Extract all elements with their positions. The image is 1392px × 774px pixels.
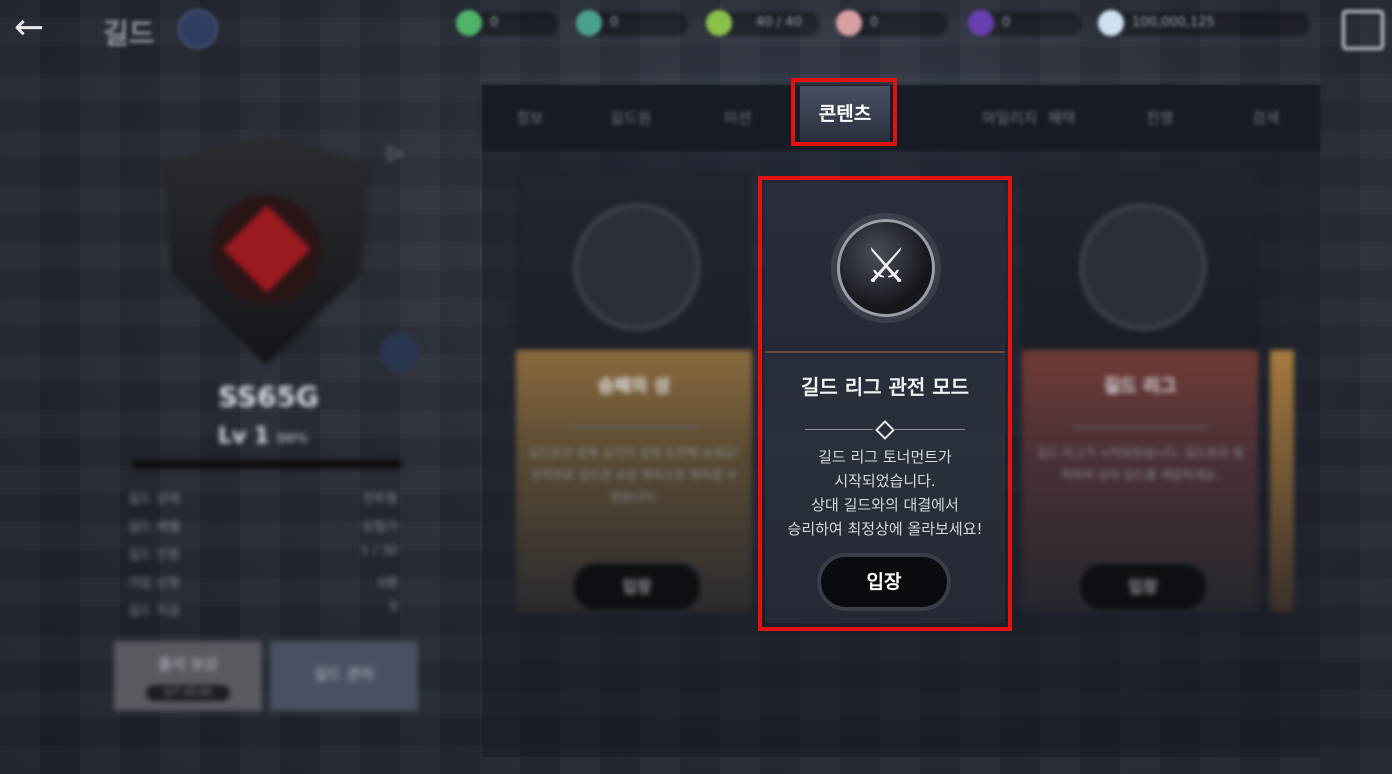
enter-button[interactable]: 입장 [572, 562, 702, 612]
tab-missions[interactable]: 미션 [724, 107, 752, 128]
stat-row: 길드 레벨 모험가 [128, 514, 398, 536]
currency-value: 0 [490, 15, 499, 30]
guild-manage-button[interactable]: 길드 관리 [270, 641, 418, 711]
tab-mileage[interactable]: 마일리지 [982, 107, 1037, 128]
page-title: 길드 [103, 17, 155, 50]
stat-key: 가입 신청 [128, 576, 180, 591]
stat-key: 길드 인원 [128, 548, 180, 563]
next-card-edge [1270, 350, 1294, 612]
stat-key: 길드 상태 [128, 492, 180, 507]
attendance-reward-button[interactable]: 출석 보상 0/7 00:00 [114, 641, 262, 711]
currency-6[interactable]: 100,000,125 [1098, 10, 1310, 36]
tab-benefits[interactable]: 혜택 [1048, 107, 1076, 128]
stat-row: 길드 상태 전투형 [128, 486, 398, 508]
content-card-left[interactable]: 승패의 성 길드원과 함께 승리의 성에 도전해 보세요! 무작위로 길드원 보… [516, 172, 752, 612]
currency-value: 40 / 40 [756, 15, 802, 30]
card-highlight-box [758, 176, 1012, 631]
card-title: 길드 리그 [1103, 376, 1177, 397]
tab-bar: 정보 길드원 미션 마일리지 혜택 전쟁 검색 [482, 85, 1320, 151]
guild-level-value: Lv 1 [218, 424, 270, 449]
diamond-icon [1098, 10, 1124, 36]
currency-1[interactable]: 0 [456, 10, 558, 36]
currency-value: 0 [1002, 15, 1011, 30]
currency-2[interactable]: 0 [576, 10, 688, 36]
currency-value: 100,000,125 [1132, 15, 1215, 30]
currency-3[interactable]: 40 / 40 [706, 10, 820, 36]
stat-key: 길드 자금 [128, 604, 180, 619]
guild-level: Lv 1 00% [218, 424, 308, 449]
reward-timer: 0/7 00:00 [146, 685, 230, 701]
card-divider [1072, 426, 1208, 428]
stat-value: 1 / 30 [360, 544, 398, 559]
button-label: 길드 관리 [314, 665, 374, 683]
green-coin-icon [706, 10, 732, 36]
stat-row: 가입 신청 0명 [128, 570, 398, 592]
currency-value: 0 [870, 15, 879, 30]
stat-value: 0 [389, 600, 398, 615]
teal-gem-icon [576, 10, 602, 36]
guild-emblem-icon [178, 9, 218, 49]
stat-value: 모험가 [362, 520, 398, 535]
content-card-right[interactable]: 길드 리그 길드 리그가 시작되었습니다. 길드원과 협력하여 상대 길드를 제… [1022, 172, 1258, 612]
tab-info[interactable]: 정보 [516, 107, 544, 128]
reward-timer-text: 0/7 00:00 [163, 687, 213, 698]
green-gem-icon [456, 10, 482, 36]
pink-orb-icon [836, 10, 862, 36]
currency-4[interactable]: 0 [836, 10, 948, 36]
currency-5[interactable]: 0 [968, 10, 1082, 36]
stat-row: 길드 인원 1 / 30 [128, 542, 398, 564]
stat-key: 길드 레벨 [128, 520, 180, 535]
guild-league-emblem-icon [1080, 204, 1206, 330]
card-divider [566, 426, 702, 428]
castle-emblem-icon [574, 204, 700, 330]
share-icon[interactable]: ▷ [388, 140, 414, 166]
guild-level-percent: 00% [277, 432, 309, 447]
card-description: 길드원과 함께 승리의 성에 도전해 보세요! 무작위로 길드원 보상 획득으로… [528, 446, 740, 504]
top-bar: ← 길드 0 0 40 / 40 0 0 100,000,125 [0, 0, 1392, 54]
button-label: 출석 보상 [158, 655, 218, 673]
stat-value: 0명 [377, 576, 398, 591]
purple-gem-icon [968, 10, 994, 36]
guild-exp-bar [132, 460, 402, 469]
currency-value: 0 [610, 15, 619, 30]
card-title: 승패의 성 [597, 376, 671, 397]
exit-icon[interactable] [1342, 10, 1384, 50]
tab-search[interactable]: 검색 [1252, 107, 1280, 128]
back-arrow-icon[interactable]: ← [14, 10, 64, 46]
stat-value: 전투형 [362, 492, 398, 507]
stat-row: 길드 자금 0 [128, 598, 398, 620]
guild-name: SS65G [218, 380, 320, 413]
member-badge-icon[interactable] [380, 332, 420, 372]
tab-highlight-box [791, 78, 897, 146]
tab-war[interactable]: 전쟁 [1146, 107, 1174, 128]
card-description: 길드 리그가 시작되었습니다. 길드원과 협력하여 상대 길드를 제압하세요. [1036, 446, 1244, 482]
tab-members[interactable]: 길드원 [610, 107, 651, 128]
enter-button[interactable]: 입장 [1078, 562, 1208, 612]
